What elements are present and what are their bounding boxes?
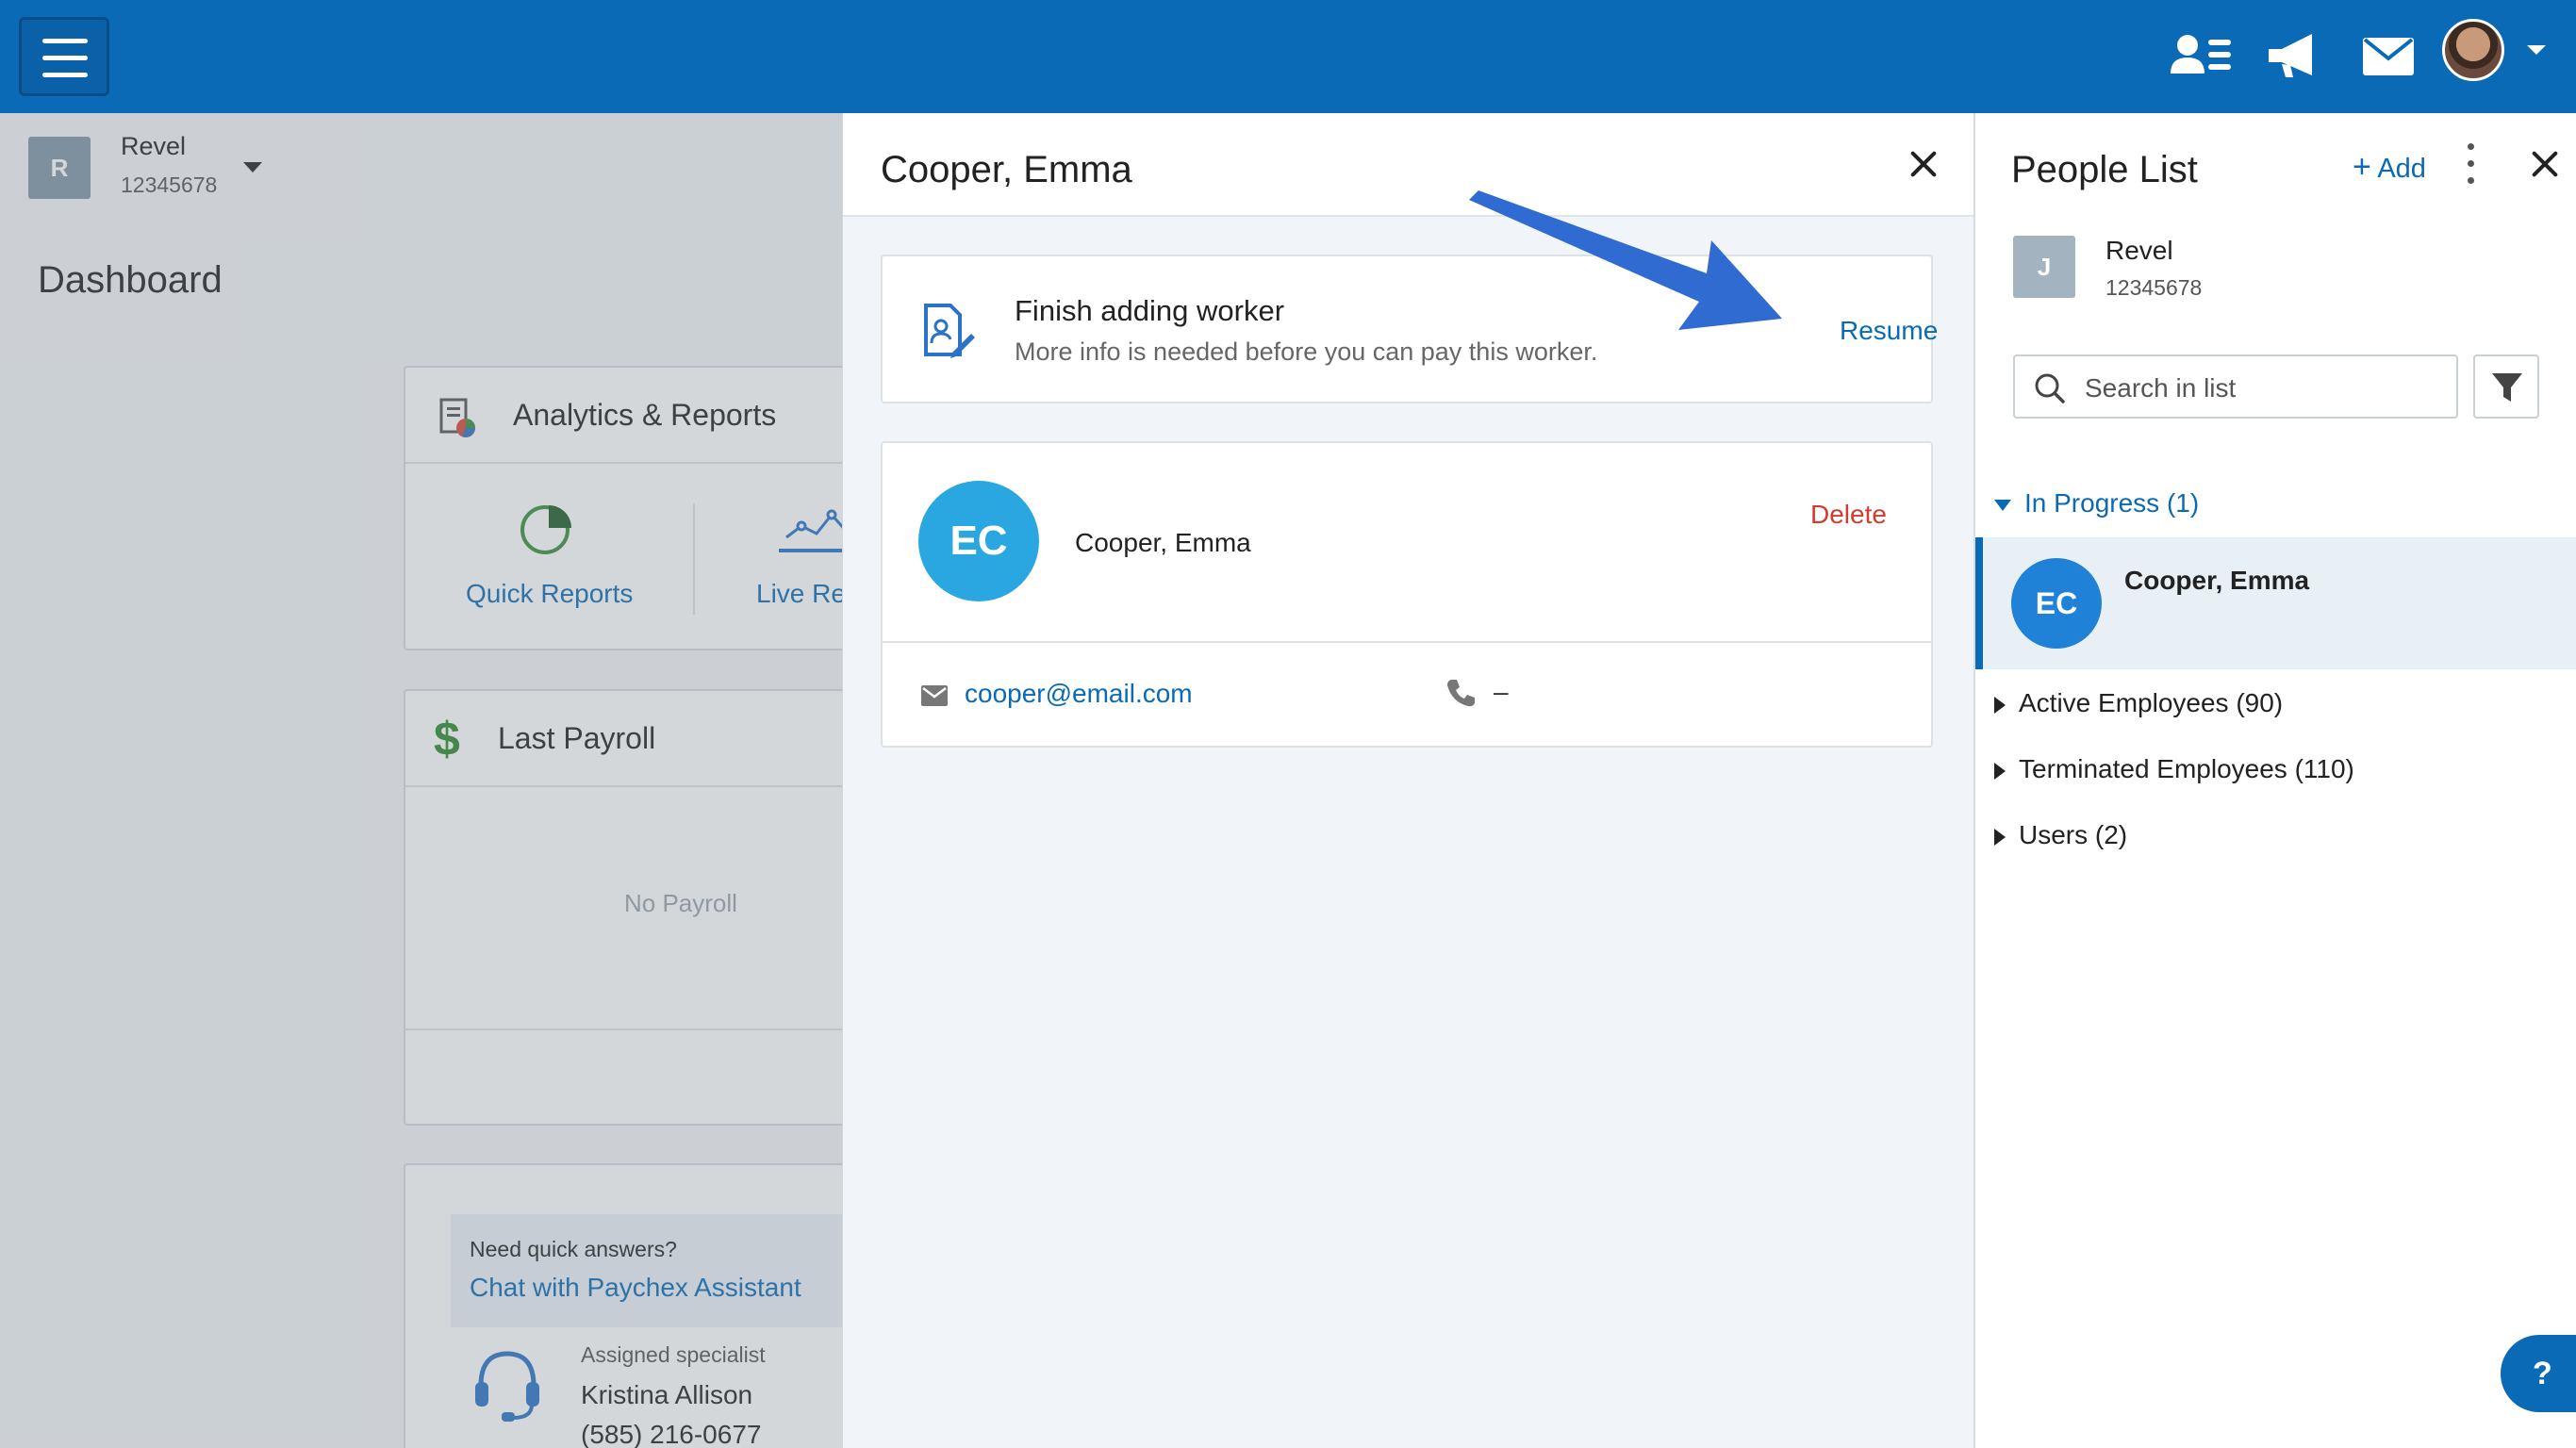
chevron-right-icon (1994, 762, 2006, 780)
worker-avatar: EC (2011, 558, 2102, 649)
delete-button[interactable]: Delete (1810, 500, 1887, 530)
help-button[interactable]: ? (2501, 1335, 2576, 1412)
group-label: Terminated Employees (110) (2019, 754, 2354, 783)
worker-card: EC Cooper, Emma Delete cooper@email.com … (881, 441, 1933, 748)
chevron-right-icon (1994, 696, 2006, 714)
list-item-selected[interactable]: EC Cooper, Emma (1975, 537, 2576, 669)
divider (883, 641, 1931, 643)
worker-email[interactable]: cooper@email.com (965, 679, 1193, 709)
people-list-panel: People List + Add J Revel 12345678 Searc… (1973, 113, 2576, 1448)
group-label: Active Employees (90) (2019, 688, 2284, 717)
group-users[interactable]: Users (2) (1994, 820, 2127, 850)
group-in-progress[interactable]: In Progress (1) (1994, 488, 2199, 518)
chevron-down-icon[interactable] (2527, 45, 2546, 55)
chevron-down-icon (1994, 499, 2011, 511)
more-options-icon[interactable] (2466, 143, 2475, 187)
menu-icon-line (42, 56, 88, 60)
worker-name: Cooper, Emma (2124, 566, 2310, 595)
finish-title: Finish adding worker (1015, 294, 1285, 327)
add-label: Add (2377, 154, 2426, 184)
filter-icon (2492, 373, 2522, 402)
search-icon (2035, 373, 2065, 403)
megaphone-icon[interactable] (2263, 26, 2329, 87)
group-terminated-employees[interactable]: Terminated Employees (110) (1994, 754, 2354, 784)
search-input[interactable]: Search in list (2013, 354, 2458, 419)
filter-button[interactable] (2473, 354, 2539, 419)
search-placeholder: Search in list (2085, 373, 2237, 403)
group-active-employees[interactable]: Active Employees (90) (1994, 688, 2283, 718)
people-list-icon[interactable] (2169, 26, 2235, 87)
mail-icon[interactable] (2357, 26, 2423, 87)
people-list-title: People List (2011, 149, 2198, 190)
annotation-arrow (1469, 190, 1782, 330)
chevron-right-icon (1994, 828, 2006, 846)
modal-overlay[interactable] (0, 113, 842, 1448)
group-label: In Progress (1) (2024, 488, 2200, 518)
company-avatar: J (2013, 236, 2075, 298)
resume-link[interactable]: Resume (1840, 316, 1938, 346)
top-bar (0, 0, 2576, 113)
menu-button[interactable] (19, 17, 109, 96)
add-button[interactable]: + Add (2353, 149, 2426, 186)
close-icon[interactable] (2528, 147, 2562, 181)
close-icon[interactable] (1907, 147, 1940, 181)
worker-panel-title: Cooper, Emma (881, 149, 1132, 190)
user-avatar[interactable] (2442, 19, 2504, 81)
menu-icon (42, 39, 88, 43)
mail-icon (921, 685, 948, 706)
company-name: Revel (2105, 236, 2173, 265)
worker-phone: – (1494, 677, 1509, 706)
worker-name: Cooper, Emma (1075, 528, 1251, 557)
menu-icon-line (42, 73, 88, 77)
plus-icon: + (2353, 149, 2371, 185)
group-label: Users (2) (2019, 820, 2128, 849)
worker-avatar: EC (918, 481, 1039, 601)
company-id: 12345678 (2105, 275, 2203, 300)
phone-icon (1447, 680, 1475, 707)
edit-document-icon (924, 304, 975, 358)
